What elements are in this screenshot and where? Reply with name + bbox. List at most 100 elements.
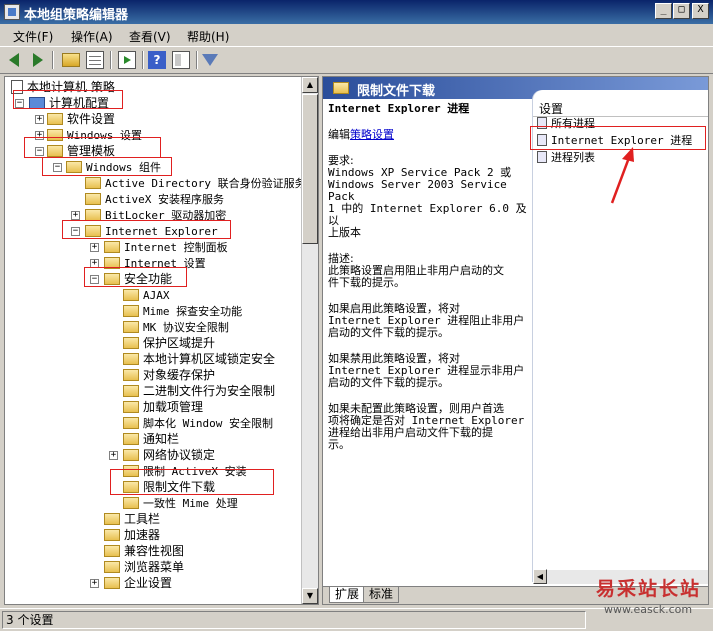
folder-icon [85, 192, 101, 205]
show-hide-tree-icon[interactable] [86, 51, 104, 69]
folder-icon [123, 336, 139, 349]
collapse-icon[interactable]: − [15, 99, 24, 108]
up-folder-icon[interactable] [62, 53, 80, 67]
tree-node-consistent-mime[interactable]: 一致性 Mime 处理 [123, 495, 238, 511]
tree-node-security-features[interactable]: 安全功能 [104, 271, 172, 287]
tree-node-software-settings[interactable]: 软件设置 [47, 111, 115, 127]
export-list-icon[interactable] [118, 51, 136, 69]
folder-icon [104, 256, 120, 269]
expand-icon[interactable]: + [35, 131, 44, 140]
tree-node-compat-view[interactable]: 兼容性视图 [104, 543, 184, 559]
filter-icon[interactable] [202, 54, 218, 66]
tab-extended[interactable]: 扩展 [329, 587, 366, 603]
tree-node-internet-settings[interactable]: Internet 设置 [104, 255, 206, 271]
folder-icon [123, 416, 139, 429]
menu-file[interactable]: 文件(F) [13, 28, 53, 45]
tree-node-toolbars[interactable]: 工具栏 [104, 511, 160, 527]
back-arrow-icon[interactable] [6, 51, 24, 69]
folder-icon [123, 480, 139, 493]
tree-node-mk-protocol[interactable]: MK 协议安全限制 [123, 319, 229, 335]
setting-icon [537, 117, 547, 129]
tab-standard[interactable]: 标准 [363, 587, 400, 603]
tree-node-restrict-download[interactable]: 限制文件下载 [123, 479, 215, 495]
title-bar: 本地组策略编辑器 _ □ X [0, 0, 713, 24]
collapse-icon[interactable]: − [35, 147, 44, 156]
column-header-setting[interactable]: 设置 [539, 100, 563, 117]
scroll-thumb[interactable] [302, 94, 318, 244]
collapse-icon[interactable]: − [53, 163, 62, 172]
expand-icon[interactable]: + [109, 451, 118, 460]
minimize-button[interactable]: _ [655, 3, 672, 19]
tree-node-internet-explorer[interactable]: Internet Explorer [85, 223, 218, 239]
tree-node-notification-bar[interactable]: 通知栏 [123, 431, 179, 447]
menu-help[interactable]: 帮助(H) [187, 28, 229, 45]
policy-doc-icon [11, 79, 23, 94]
watermark: 易采站长站 www.easck.com [596, 574, 713, 624]
expand-icon[interactable]: + [71, 211, 80, 220]
tree-node-admin-templates[interactable]: 管理模板 [47, 143, 115, 159]
expand-icon[interactable]: + [90, 259, 99, 268]
tree-scrollbar[interactable]: ▲ ▼ [301, 77, 318, 604]
expand-icon[interactable]: + [90, 243, 99, 252]
tree-node-zone-elevation[interactable]: 保护区域提升 [123, 335, 215, 351]
tree-node-windows-components[interactable]: Windows 组件 [66, 159, 161, 175]
tree-node-internet-control-panel[interactable]: Internet 控制面板 [104, 239, 228, 255]
tree-pane[interactable]: 本地计算机 策略 − 计算机配置 + 软件设置 + Windows 设置 − 管… [4, 76, 319, 605]
collapse-icon[interactable]: − [71, 227, 80, 236]
tree-node-binary-behavior[interactable]: 二进制文件行为安全限制 [123, 383, 275, 399]
folder-icon [47, 128, 63, 141]
folder-icon [47, 112, 63, 125]
details-pane: 限制文件下载 Internet Explorer 进程 编辑策略设置 要求: W… [322, 76, 709, 605]
edit-policy-line: 编辑策略设置 [328, 128, 394, 141]
folder-icon [123, 448, 139, 461]
tree-node-ajax[interactable]: AJAX [123, 287, 170, 303]
tree-node-local-policy[interactable]: 本地计算机 策略 [11, 79, 115, 95]
tree-node-windows-settings[interactable]: Windows 设置 [47, 127, 142, 143]
scroll-left-button[interactable]: ◀ [533, 569, 547, 584]
scroll-down-button[interactable]: ▼ [302, 588, 318, 604]
expand-icon[interactable]: + [90, 579, 99, 588]
edit-policy-link[interactable]: 策略设置 [350, 128, 394, 141]
folder-icon [104, 560, 120, 573]
tree-node-accelerators[interactable]: 加速器 [104, 527, 160, 543]
folder-icon [85, 224, 101, 237]
forward-arrow-icon[interactable] [28, 51, 46, 69]
policy-description: Internet Explorer 进程 编辑策略设置 要求: Windows … [328, 102, 527, 451]
setting-icon [537, 151, 547, 163]
watermark-url: www.easck.com [604, 603, 693, 616]
folder-icon [85, 208, 101, 221]
status-text: 3 个设置 [2, 611, 586, 629]
collapse-icon[interactable]: − [90, 275, 99, 284]
tree-node-computer-config[interactable]: 计算机配置 [29, 95, 109, 111]
tree-node-addon-management[interactable]: 加载项管理 [123, 399, 203, 415]
folder-icon [123, 400, 139, 413]
scroll-up-button[interactable]: ▲ [302, 77, 318, 93]
close-button[interactable]: X [692, 3, 709, 19]
setting-row-all-processes[interactable]: 所有进程 [537, 116, 595, 132]
expand-icon[interactable]: + [35, 115, 44, 124]
tree-node-scripted-window[interactable]: 脚本化 Window 安全限制 [123, 415, 273, 431]
folder-icon [104, 576, 120, 589]
tree-node-bitlocker[interactable]: BitLocker 驱动器加密 [85, 207, 226, 223]
tree-node-restrict-activex[interactable]: 限制 ActiveX 安装 [123, 463, 247, 479]
maximize-button[interactable]: □ [673, 3, 690, 19]
help-icon[interactable]: ? [148, 51, 166, 69]
properties-icon[interactable] [172, 51, 190, 69]
folder-icon [333, 82, 349, 94]
tree-node-browser-menus[interactable]: 浏览器菜单 [104, 559, 184, 575]
tree-node-corporate-settings[interactable]: 企业设置 [104, 575, 172, 591]
folder-icon [123, 352, 139, 365]
settings-list[interactable]: 设置 所有进程 Internet Explorer 进程 进程列表 [533, 90, 708, 582]
setting-row-ie-process[interactable]: Internet Explorer 进程 [537, 133, 692, 149]
tree-node-adfs[interactable]: Active Directory 联合身份验证服务 [85, 175, 306, 191]
tree-node-network-protocol[interactable]: 网络协议锁定 [123, 447, 215, 463]
setting-row-process-list[interactable]: 进程列表 [537, 150, 595, 166]
tree-node-object-caching[interactable]: 对象缓存保护 [123, 367, 215, 383]
menu-action[interactable]: 操作(A) [71, 28, 113, 45]
menu-view[interactable]: 查看(V) [129, 28, 171, 45]
tree-node-activex-installer[interactable]: ActiveX 安装程序服务 [85, 191, 224, 207]
folder-icon [47, 144, 63, 157]
tree-node-mime-sniffing[interactable]: Mime 探查安全功能 [123, 303, 242, 319]
tree-node-local-machine-zone[interactable]: 本地计算机区域锁定安全 [123, 351, 275, 367]
window-title: 本地组策略编辑器 [24, 8, 129, 23]
